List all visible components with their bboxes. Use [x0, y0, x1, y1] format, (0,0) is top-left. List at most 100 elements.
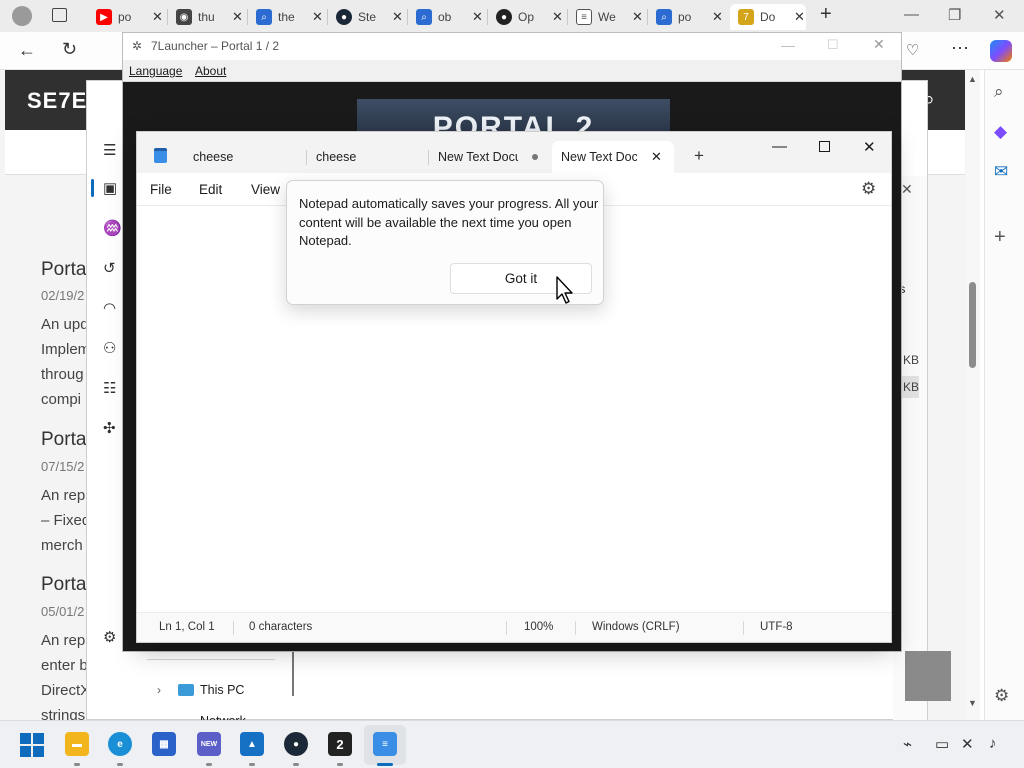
close-icon[interactable]: ✕ [873, 36, 885, 53]
browser-tab[interactable]: ● Ste ✕ [336, 4, 403, 30]
menu-language[interactable]: Language [129, 64, 182, 78]
restore-icon[interactable]: ❐ [948, 6, 961, 24]
maximize-icon[interactable] [819, 141, 830, 152]
zoom-level[interactable]: 100% [524, 621, 553, 633]
profile-avatar[interactable] [12, 6, 32, 26]
scroll-up-icon[interactable]: ▲ [968, 74, 977, 84]
close-tab-icon[interactable]: ✕ [632, 9, 643, 25]
people-icon[interactable]: ⚇ [103, 339, 116, 357]
launcher-menubar: Language About [123, 60, 901, 82]
browser-tab[interactable]: ▶ po ✕ [96, 4, 163, 30]
close-tab-icon[interactable]: ✕ [651, 149, 662, 165]
back-icon[interactable]: ← [18, 40, 36, 61]
steam-taskbar-icon[interactable]: ● [284, 732, 308, 756]
close-tab-icon[interactable]: ✕ [312, 9, 323, 25]
search-icon: ⌕ [416, 9, 432, 25]
copilot-icon[interactable] [990, 40, 1012, 62]
puzzle-icon[interactable]: ✣ [103, 419, 116, 437]
close-tab-icon[interactable]: ✕ [712, 9, 723, 25]
cursor-position: Ln 1, Col 1 [159, 621, 215, 633]
tab-actions-icon[interactable] [52, 8, 67, 22]
settings-icon[interactable]: ⚙ [994, 686, 1009, 706]
site-logo[interactable]: SE7E [27, 88, 87, 114]
menu-edit[interactable]: Edit [199, 182, 222, 197]
notepad-tab-active[interactable]: New Text Doc ✕ [552, 141, 674, 173]
close-icon[interactable]: ✕ [993, 6, 1006, 24]
notepad-tab[interactable]: cheese [306, 141, 426, 173]
edge-taskbar-icon[interactable]: e [108, 732, 132, 756]
search-icon[interactable]: ⌕ [994, 82, 1004, 102]
post-title[interactable]: Porta [41, 574, 86, 596]
line-ending[interactable]: Windows (CRLF) [592, 621, 680, 633]
display-icon[interactable]: ▭ [935, 735, 949, 753]
new-tab-button[interactable]: + [694, 146, 704, 166]
network-off-icon[interactable]: ⌁ [903, 735, 912, 753]
encoding[interactable]: UTF-8 [760, 621, 793, 633]
close-tab-icon[interactable]: ✕ [794, 9, 805, 25]
browser-tab[interactable]: ≡ We ✕ [576, 4, 643, 30]
browser-tab[interactable]: ◉ thu ✕ [176, 4, 243, 30]
refresh-icon[interactable]: ↻ [62, 39, 77, 60]
outlook-icon[interactable]: ✉ [994, 162, 1008, 182]
tab-title: po [118, 10, 132, 24]
maximize-icon[interactable]: ☐ [827, 37, 839, 53]
activity-icon[interactable]: ♒ [103, 219, 122, 237]
post-title[interactable]: Porta [41, 429, 86, 451]
scrollbar-thumb[interactable] [969, 282, 976, 368]
post-date: 05/01/2 [41, 604, 85, 619]
browser-tab-active[interactable]: 7 Do ✕ [730, 4, 806, 30]
volume-muted-icon[interactable]: ✕ [961, 735, 974, 753]
speed-icon[interactable]: ◠ [103, 299, 116, 317]
teams-taskbar-icon[interactable]: NEW [197, 732, 221, 756]
list-icon[interactable]: ☷ [103, 379, 116, 397]
minimize-icon[interactable]: — [904, 6, 919, 23]
new-tab-button[interactable]: + [820, 3, 832, 26]
post-line: An upd [41, 316, 89, 333]
browser-tab[interactable]: ⌕ po ✕ [656, 4, 723, 30]
notification-bell-icon[interactable]: ♪ [989, 735, 997, 752]
launcher-titlebar: ✲ 7Launcher – Portal 1 / 2 — ☐ ✕ [123, 33, 901, 60]
launcher-title: 7Launcher – Portal 1 / 2 [151, 39, 280, 53]
tab-title: thu [198, 10, 215, 24]
heartbeat-icon[interactable]: ♡ [906, 41, 919, 59]
more-icon[interactable]: ⋯ [951, 38, 969, 59]
notepad-tab[interactable]: New Text Docu [428, 141, 548, 173]
browser-tab[interactable]: ⌕ ob ✕ [416, 4, 483, 30]
store-taskbar-icon[interactable]: ▦ [152, 732, 176, 756]
menu-icon[interactable]: ☰ [103, 141, 116, 159]
post-line: merch [41, 537, 83, 554]
photos-taskbar-icon[interactable]: ▲ [240, 732, 264, 756]
close-tab-icon[interactable]: ✕ [152, 9, 163, 25]
minimize-icon[interactable]: — [772, 138, 787, 155]
notepad-tab[interactable]: cheese [181, 141, 301, 173]
menu-file[interactable]: File [150, 182, 172, 197]
page-scrollbar[interactable]: ▲ ▼ [966, 70, 980, 720]
add-icon[interactable]: + [994, 226, 1006, 249]
tree-item-this-pc[interactable]: This PC [200, 683, 244, 697]
close-tab-icon[interactable]: ✕ [472, 9, 483, 25]
menu-view[interactable]: View [251, 182, 280, 197]
close-icon[interactable]: ✕ [901, 181, 913, 198]
home-icon[interactable]: ▣ [103, 179, 117, 197]
close-tab-icon[interactable]: ✕ [232, 9, 243, 25]
portal-taskbar-icon[interactable]: 2 [328, 732, 352, 756]
copilot-app-icon[interactable]: ◆ [994, 122, 1007, 142]
browser-tab[interactable]: ● Op ✕ [496, 4, 563, 30]
browser-tab[interactable]: ⌕ the ✕ [256, 4, 323, 30]
tab-title: ob [438, 10, 452, 24]
close-tab-icon[interactable]: ✕ [392, 9, 403, 25]
chevron-right-icon[interactable]: › [157, 683, 161, 697]
scroll-top-button[interactable] [905, 651, 951, 701]
minimize-icon[interactable]: — [781, 37, 795, 53]
settings-icon[interactable]: ⚙ [103, 628, 116, 646]
close-tab-icon[interactable]: ✕ [552, 9, 563, 25]
start-button[interactable] [20, 733, 44, 757]
notepad-taskbar-icon[interactable]: ≡ [373, 732, 397, 756]
close-icon[interactable]: ✕ [863, 138, 876, 156]
scroll-down-icon[interactable]: ▼ [968, 698, 977, 708]
settings-icon[interactable]: ⚙ [861, 179, 876, 199]
history-icon[interactable]: ↺ [103, 259, 116, 277]
file-explorer-taskbar-icon[interactable]: ▬ [65, 732, 89, 756]
menu-about[interactable]: About [195, 64, 226, 78]
post-title[interactable]: Porta [41, 259, 86, 281]
